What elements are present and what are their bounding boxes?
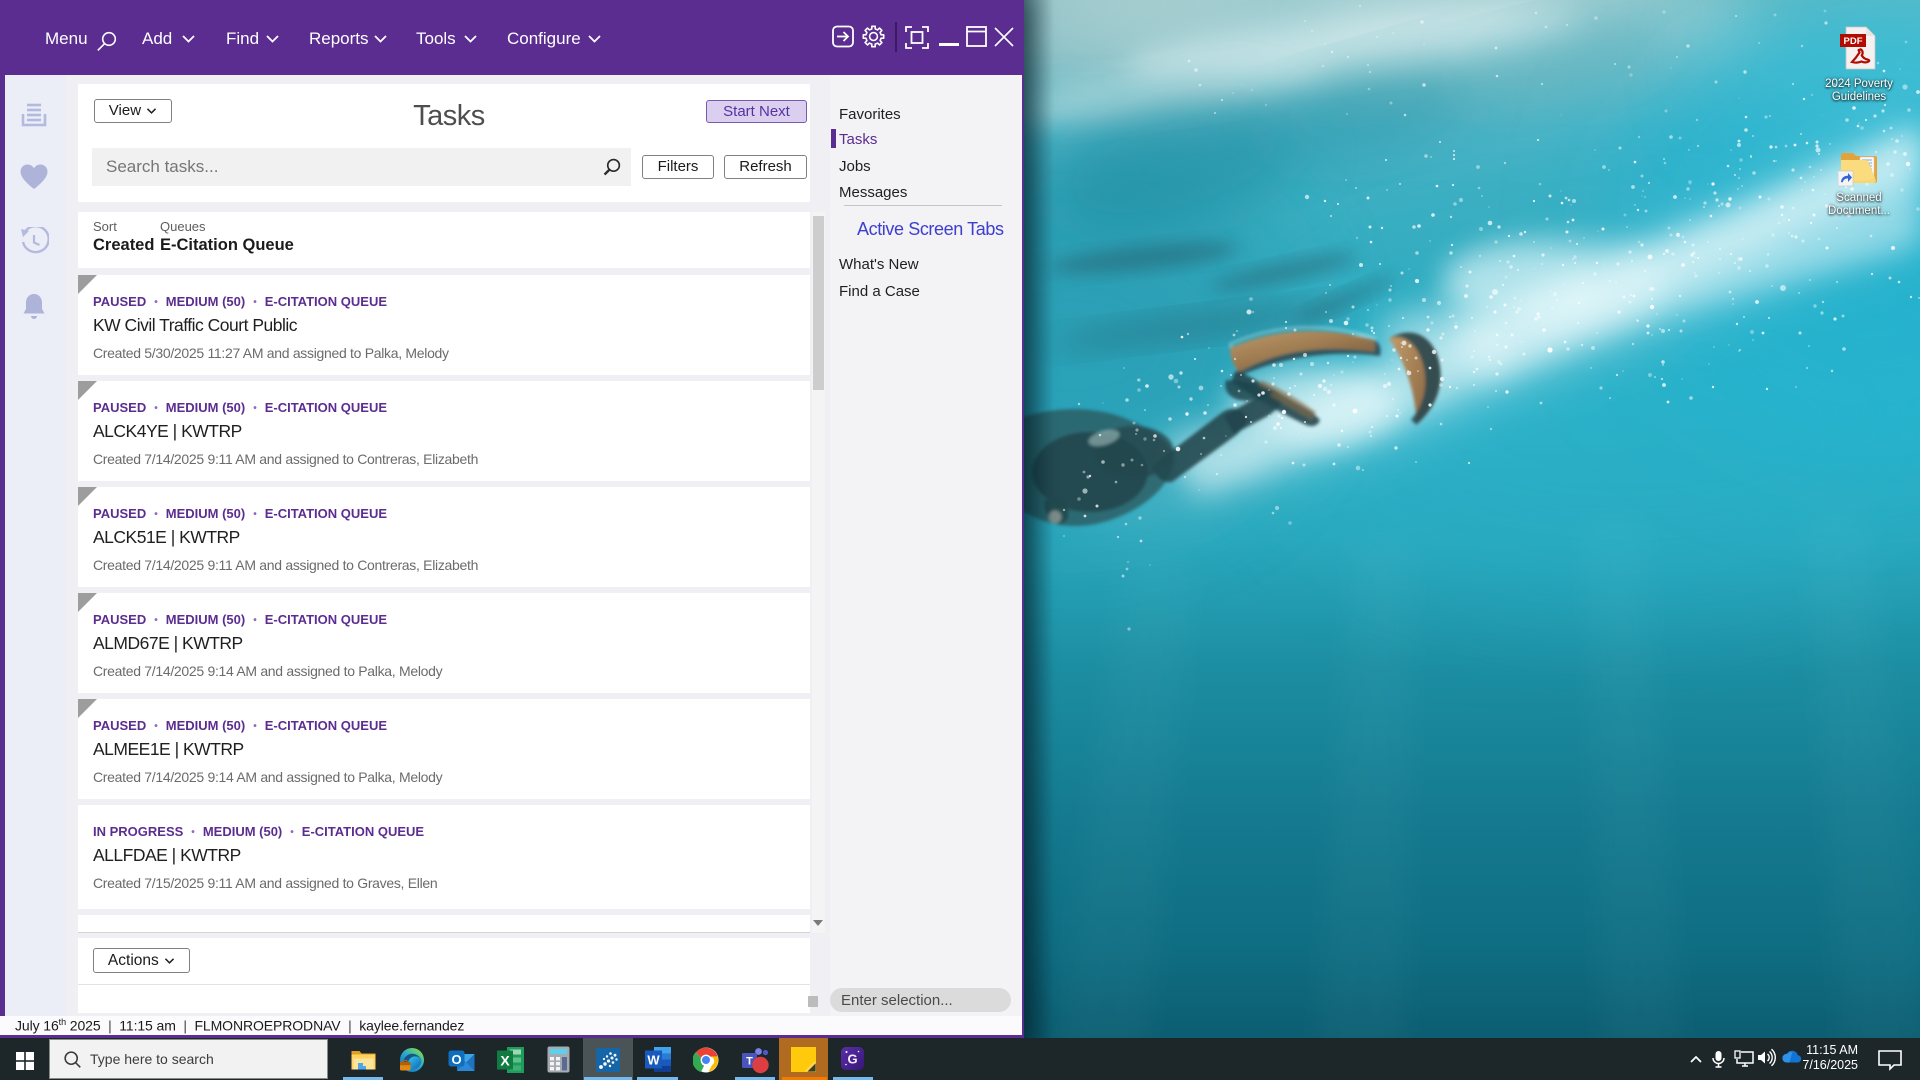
svg-text:T: T bbox=[746, 1056, 753, 1068]
svg-text:PDF: PDF bbox=[1844, 36, 1863, 47]
svg-text:G: G bbox=[847, 1052, 857, 1067]
svg-text:W: W bbox=[647, 1053, 660, 1068]
svg-text:O: O bbox=[451, 1052, 461, 1067]
svg-text:X: X bbox=[500, 1053, 510, 1069]
